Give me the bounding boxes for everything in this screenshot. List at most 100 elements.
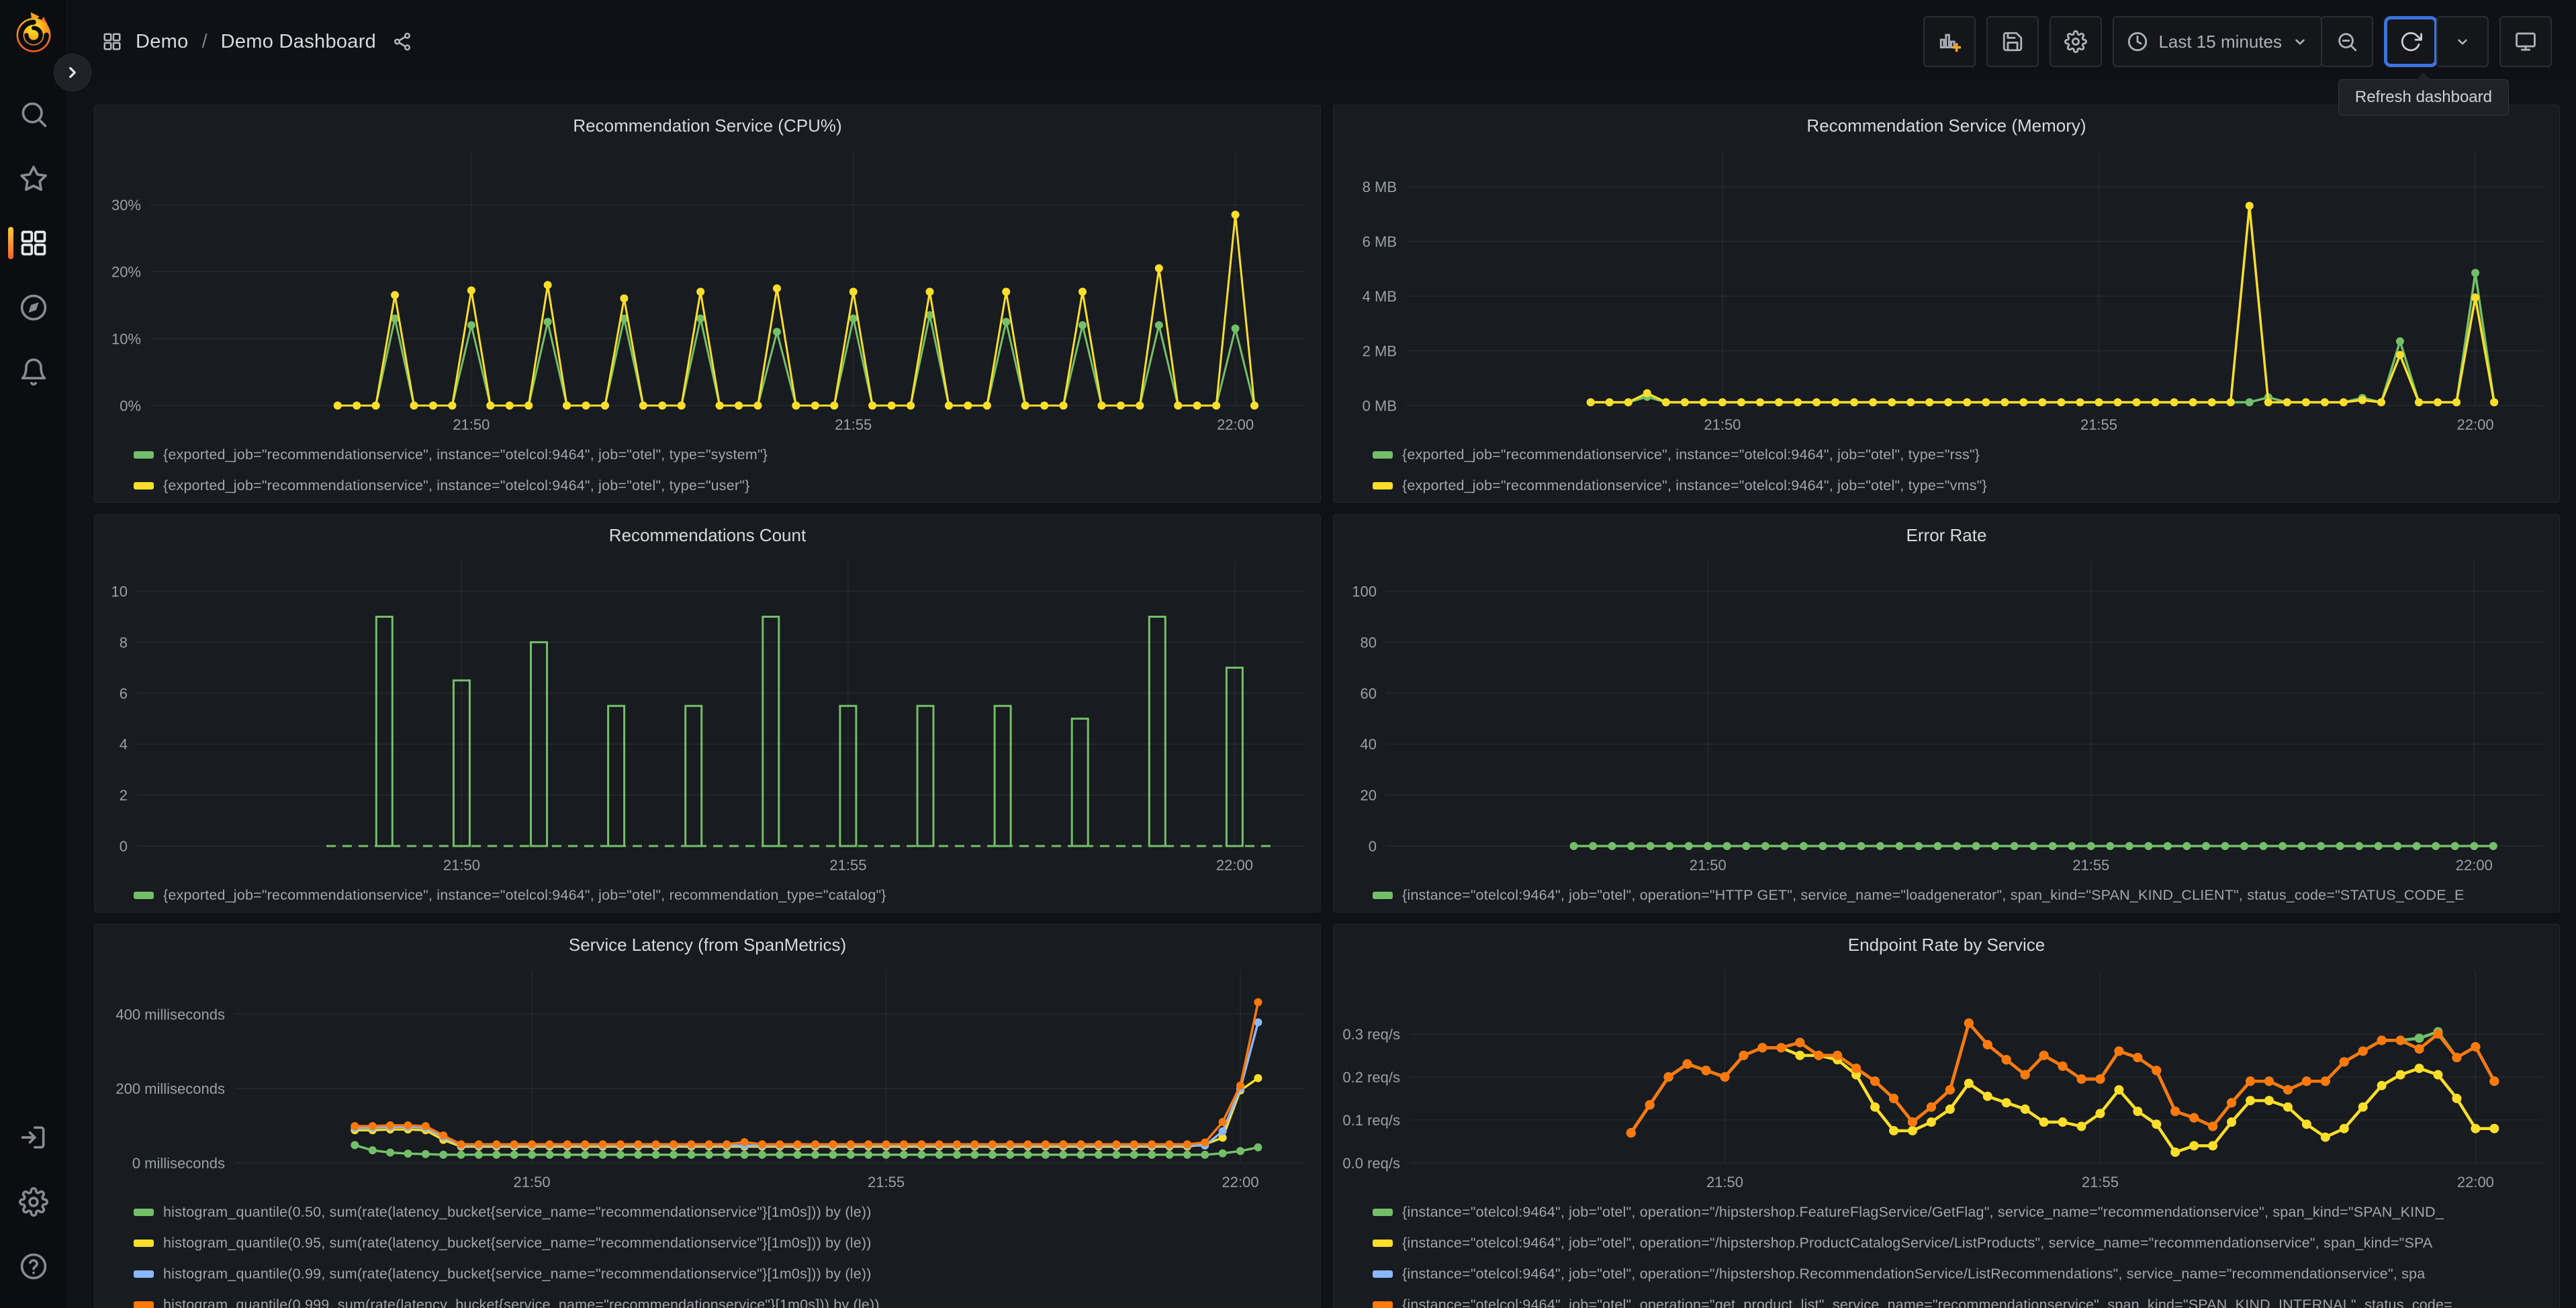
panel-legend: {exported_job="recommendationservice", i… [1339,436,2554,502]
refresh-dashboard-button[interactable] [2384,16,2438,67]
chart-canvas[interactable]: 0 20 40 60 80 100 21:50 21:55 22:00 [1339,553,2554,877]
legend-swatch [1373,1239,1393,1247]
refresh-group [2384,16,2489,67]
dashboard-grid-icon [103,33,121,50]
chart-canvas[interactable]: 0 milliseconds 200 milliseconds 400 millis… [100,962,1315,1194]
dashboard-panel: Recommendation Service (CPU%) 0% 10% 20% 30… [94,105,1321,503]
svg-text:21:50: 21:50 [514,1174,551,1190]
sidebar-item-alerting[interactable] [0,340,66,404]
legend-item[interactable]: {exported_job="recommendationservice", i… [134,470,1315,501]
chart-canvas[interactable]: 0.0 req/s 0.1 req/s 0.2 req/s 0.3 req/s 21:5… [1339,962,2554,1194]
legend-label: histogram_quantile(0.50, sum(rate(latenc… [163,1203,872,1220]
legend-item[interactable]: {instance="otelcol:9464", job="otel", op… [1373,1258,2554,1289]
panel-title[interactable]: Endpoint Rate by Service [1339,925,2554,962]
legend-item[interactable]: {instance="otelcol:9464", job="otel", op… [1373,1227,2554,1258]
refresh-interval-dropdown[interactable] [2436,16,2489,67]
legend-item[interactable]: histogram_quantile(0.50, sum(rate(latenc… [134,1197,1315,1227]
sidebar-item-search[interactable] [0,82,66,146]
chart-canvas[interactable]: 0 MB 2 MB 4 MB 6 MB 8 MB 21:50 21:55 22:00 [1339,143,2554,436]
svg-text:21:55: 21:55 [835,416,872,433]
legend-item[interactable]: {exported_job="recommendationservice", i… [134,439,1315,470]
cycle-view-mode-button[interactable] [2499,16,2552,67]
save-icon [2003,32,2023,52]
add-panel-button[interactable] [1923,16,1976,67]
legend-swatch [134,1270,154,1278]
legend-item[interactable]: {instance="otelcol:9464", job="otel", op… [1373,880,2554,910]
sidebar-item-explore[interactable] [0,275,66,340]
legend-label: {instance="otelcol:9464", job="otel", op… [1402,1234,2433,1251]
dashboard-settings-button[interactable] [2050,16,2103,67]
legend-item[interactable]: histogram_quantile(0.99, sum(rate(latenc… [134,1258,1315,1289]
panel-legend: {exported_job="recommendationservice", i… [100,436,1315,502]
clock-icon [2128,32,2148,52]
svg-text:21:50: 21:50 [1690,857,1727,874]
legend-swatch [1373,1270,1393,1278]
svg-text:20%: 20% [111,264,141,281]
svg-text:21:55: 21:55 [2080,416,2117,433]
legend-swatch [134,1301,154,1308]
legend-item[interactable]: histogram_quantile(0.95, sum(rate(latenc… [134,1227,1315,1258]
sidebar-expand-button[interactable] [54,54,91,91]
legend-swatch [134,1239,154,1247]
breadcrumb-page[interactable]: Demo Dashboard [221,31,377,53]
svg-text:400 milliseconds: 400 milliseconds [116,1006,225,1023]
sidebar-item-help[interactable] [0,1234,66,1299]
chevron-right-icon [69,66,76,79]
zoom-out-time-button[interactable] [2321,16,2373,67]
panel-title[interactable]: Service Latency (from SpanMetrics) [100,925,1315,962]
svg-text:21:50: 21:50 [443,857,480,874]
svg-text:60: 60 [1361,685,1377,702]
legend-item[interactable]: {instance="otelcol:9464", job="otel", op… [1373,1197,2554,1227]
svg-text:0 milliseconds: 0 milliseconds [132,1155,225,1172]
legend-swatch [134,481,154,489]
svg-text:22:00: 22:00 [1216,857,1253,874]
legend-label: histogram_quantile(0.999, sum(rate(laten… [163,1296,880,1308]
breadcrumb: Demo / Demo Dashboard [102,31,412,53]
legend-swatch [1373,891,1393,899]
legend-label: histogram_quantile(0.99, sum(rate(latenc… [163,1265,872,1282]
svg-text:22:00: 22:00 [2456,857,2493,874]
panel-title[interactable]: Error Rate [1339,515,2554,553]
sidebar-item-dashboards[interactable] [0,211,66,275]
sidebar-nav [0,82,66,404]
svg-text:0: 0 [120,838,128,855]
legend-item[interactable]: histogram_quantile(0.999, sum(rate(laten… [134,1289,1315,1308]
chevron-down-icon [2295,39,2305,45]
legend-item[interactable]: {instance="otelcol:9464", job="otel", op… [1373,1289,2554,1308]
dashboard-panel: Endpoint Rate by Service 0.0 req/s 0.1 re… [1333,924,2560,1308]
save-dashboard-button[interactable] [1986,16,2039,67]
chart-canvas[interactable]: 0 2 4 6 8 10 21:50 21:55 22:00 [100,553,1315,877]
svg-text:21:55: 21:55 [2082,1174,2119,1190]
svg-text:0 MB: 0 MB [1363,398,1397,414]
svg-text:2 MB: 2 MB [1363,342,1397,359]
legend-label: {exported_job="recommendationservice", i… [163,446,768,463]
svg-text:100: 100 [1352,583,1377,600]
svg-text:2: 2 [120,787,128,804]
legend-item[interactable]: {exported_job="recommendationservice", i… [134,880,1315,910]
svg-text:6: 6 [120,685,128,702]
share-icon[interactable] [392,32,412,52]
svg-text:0.2 req/s: 0.2 req/s [1342,1069,1400,1086]
sidebar-item-starred[interactable] [0,146,66,211]
legend-item[interactable]: {exported_job="recommendationservice", i… [1373,439,2554,470]
panel-legend: {instance="otelcol:9464", job="otel", op… [1339,877,2554,912]
legend-swatch [1373,481,1393,489]
legend-item[interactable]: {exported_job="recommendationservice", i… [1373,470,2554,501]
panel-title[interactable]: Recommendations Count [100,515,1315,553]
sidebar-item-sign-in[interactable] [0,1105,66,1170]
grafana-logo-icon[interactable] [11,9,56,55]
svg-text:20: 20 [1361,787,1377,804]
chart-canvas[interactable]: 0% 10% 20% 30% 21:50 21:55 22:00 [100,143,1315,436]
monitor-icon [2516,32,2536,51]
refresh-icon [2401,32,2422,52]
svg-text:0: 0 [1369,838,1377,855]
top-navbar: Demo / Demo Dashboard Last 15 minutes [67,0,2576,83]
time-range-picker[interactable]: Last 15 minutes [2113,16,2322,67]
legend-label: {instance="otelcol:9464", job="otel", op… [1402,1296,2452,1308]
svg-text:8 MB: 8 MB [1363,179,1397,195]
refresh-tooltip-text: Refresh dashboard [2354,88,2492,106]
panel-title[interactable]: Recommendation Service (CPU%) [100,105,1315,143]
breadcrumb-section[interactable]: Demo [136,31,189,53]
sidebar-item-settings[interactable] [0,1170,66,1234]
sign-in-icon [21,1126,44,1149]
